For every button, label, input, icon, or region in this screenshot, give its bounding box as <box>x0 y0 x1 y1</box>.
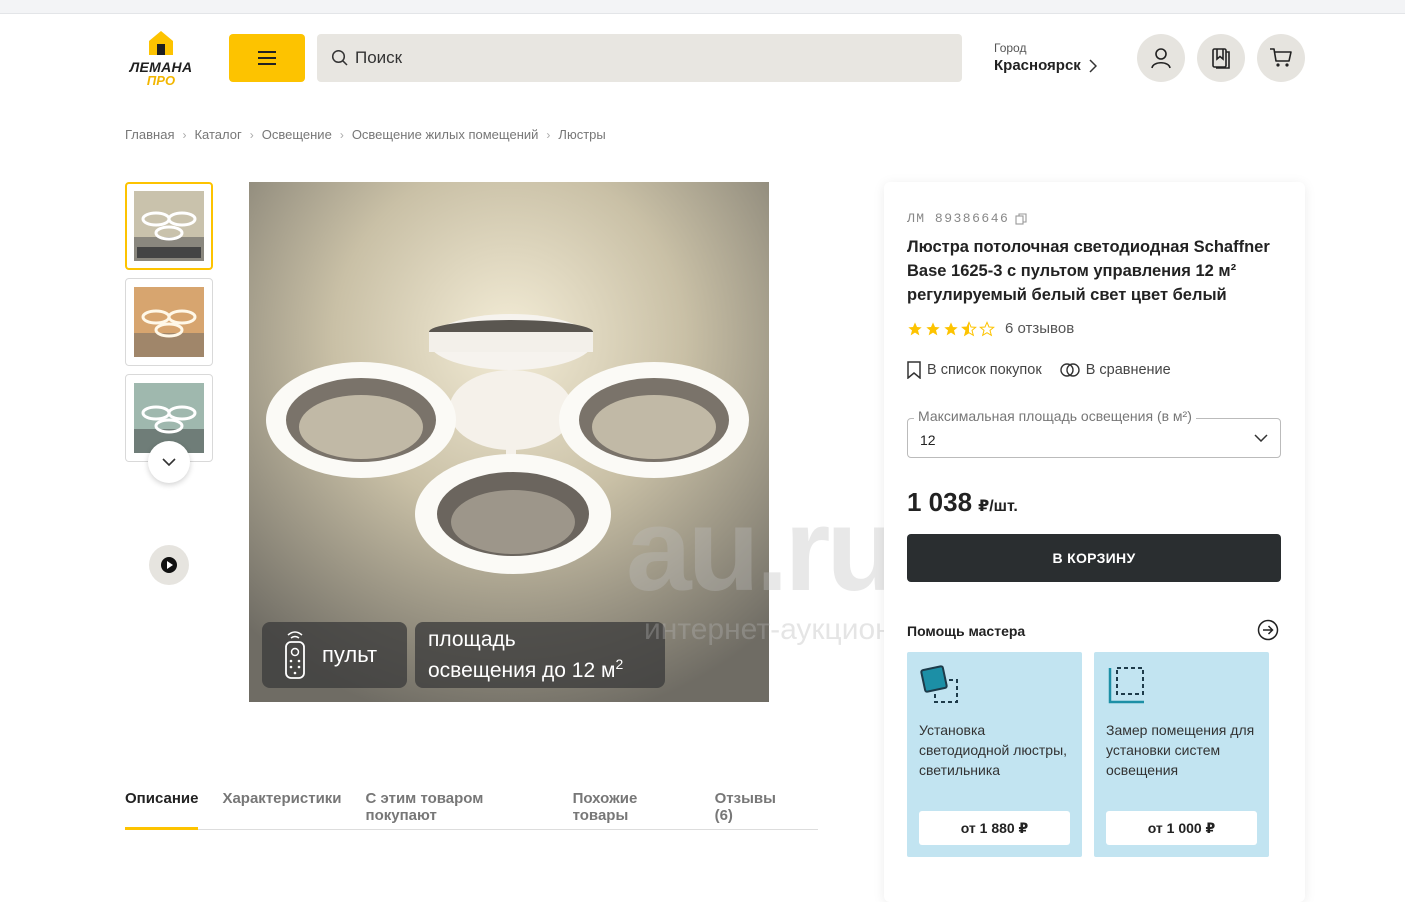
reviews-count[interactable]: 6 отзывов <box>1005 320 1074 337</box>
profile-button[interactable] <box>1137 34 1185 82</box>
top-strip <box>0 0 1405 14</box>
product-buy-panel: ЛМ 89386646 Люстра потолочная светодиодн… <box>884 182 1305 902</box>
area-select-label: Максимальная площадь освещения (в м²) <box>914 408 1196 424</box>
thumbnails-scroll-down-button[interactable] <box>148 441 190 483</box>
breadcrumb-item[interactable]: Люстры <box>558 127 605 142</box>
area-badge-line1: площадь <box>428 627 516 651</box>
area-badge-superscript: 2 <box>615 655 624 672</box>
chevron-right-icon <box>1089 58 1097 73</box>
breadcrumb-separator: › <box>546 127 551 142</box>
cart-icon <box>1270 48 1292 67</box>
compare-button[interactable]: В сравнение <box>1059 361 1171 379</box>
chevron-down-icon <box>162 458 176 466</box>
area-select[interactable]: 12 <box>907 418 1281 458</box>
arrow-right-circle-icon[interactable] <box>1257 619 1279 641</box>
city-selector[interactable]: Город Красноярск <box>994 41 1097 74</box>
city-label: Город <box>994 41 1027 55</box>
measurement-icon <box>1108 667 1144 704</box>
product-sku: ЛМ 89386646 <box>907 211 1010 226</box>
tab-description[interactable]: Описание <box>125 790 199 830</box>
installation-icon <box>920 665 958 703</box>
rating[interactable]: 6 отзывов <box>907 320 1074 337</box>
star-full-icon <box>926 321 940 335</box>
chandelier-thumbnail-image <box>134 191 204 261</box>
tab-similar[interactable]: Похожие товары <box>573 790 691 830</box>
service-price-button[interactable]: от 1 880 ₽ <box>919 811 1070 845</box>
star-full-icon <box>944 321 958 335</box>
breadcrumb-item[interactable]: Освещение <box>262 127 332 142</box>
bookmark-icon <box>907 361 921 379</box>
search-input[interactable] <box>355 48 915 68</box>
product-main-image[interactable]: пульт площадь освещения до 12 м2 <box>249 182 769 702</box>
search-bar[interactable] <box>317 34 962 82</box>
price: 1 038 ₽/шт. <box>907 487 1018 518</box>
hamburger-icon <box>258 51 276 65</box>
star-full-icon <box>908 321 922 335</box>
compare-label: В сравнение <box>1085 362 1171 378</box>
user-icon <box>1151 48 1171 69</box>
service-text: Замер помещения для установки систем осв… <box>1106 722 1255 778</box>
remote-badge: пульт <box>262 622 407 688</box>
tab-specifications[interactable]: Характеристики <box>222 790 341 830</box>
price-value: 1 038 <box>907 487 973 517</box>
service-text: Установка светодиодной люстры, светильни… <box>919 722 1068 778</box>
service-card-installation[interactable]: Установка светодиодной люстры, светильни… <box>907 652 1082 857</box>
breadcrumb-separator: › <box>249 127 254 142</box>
thumbnail-2[interactable] <box>125 278 213 366</box>
catalog-menu-button[interactable] <box>229 34 305 82</box>
video-button[interactable] <box>149 545 189 585</box>
service-card-measurement[interactable]: Замер помещения для установки систем осв… <box>1094 652 1269 857</box>
house-logo-icon <box>149 31 173 55</box>
play-icon <box>161 557 177 573</box>
shopping-list-button[interactable] <box>1197 34 1245 82</box>
area-badge: площадь освещения до 12 м2 <box>415 622 665 688</box>
rating-stars <box>907 320 995 337</box>
breadcrumb-item[interactable]: Освещение жилых помещений <box>352 127 539 142</box>
tab-bought-together[interactable]: С этим товаром покупают <box>366 790 549 830</box>
star-half-icon <box>961 320 977 336</box>
add-to-list-button[interactable]: В список покупок <box>907 361 1042 379</box>
chandelier-thumbnail-image <box>134 287 204 357</box>
add-to-cart-button[interactable]: В КОРЗИНУ <box>907 534 1281 582</box>
remote-badge-text: пульт <box>322 642 378 667</box>
breadcrumb-separator: › <box>339 127 344 142</box>
help-title: Помощь мастера <box>907 623 1026 639</box>
compare-icon <box>1059 363 1080 377</box>
chevron-down-icon <box>1254 434 1268 442</box>
breadcrumb-item[interactable]: Главная <box>125 127 174 142</box>
copy-icon[interactable] <box>1015 212 1027 225</box>
tab-reviews[interactable]: Отзывы (6) <box>715 790 794 830</box>
product-tabs: Описание Характеристики С этим товаром п… <box>125 790 818 830</box>
city-value: Красноярск <box>994 57 1081 74</box>
price-unit: ₽/шт. <box>978 498 1018 515</box>
remote-control-icon <box>285 631 305 679</box>
add-to-list-label: В список покупок <box>927 362 1042 378</box>
logo-text-bottom: ПРО <box>146 73 176 88</box>
thumbnail-1[interactable] <box>125 182 213 270</box>
service-price-button[interactable]: от 1 000 ₽ <box>1106 811 1257 845</box>
product-title: Люстра потолочная светодиодная Schaffner… <box>907 238 1270 304</box>
breadcrumb-item[interactable]: Каталог <box>194 127 241 142</box>
breadcrumb-separator: › <box>182 127 187 142</box>
breadcrumb: Главная › Каталог › Освещение › Освещени… <box>125 127 606 142</box>
list-bookmark-icon <box>1212 48 1230 69</box>
area-select-value: 12 <box>920 432 936 448</box>
area-badge-line2: освещения до 12 м <box>428 658 616 682</box>
search-icon <box>331 49 348 66</box>
logo[interactable]: ЛЕМАНА ПРО <box>125 30 197 88</box>
star-empty-icon <box>979 320 995 336</box>
cart-button[interactable] <box>1257 34 1305 82</box>
